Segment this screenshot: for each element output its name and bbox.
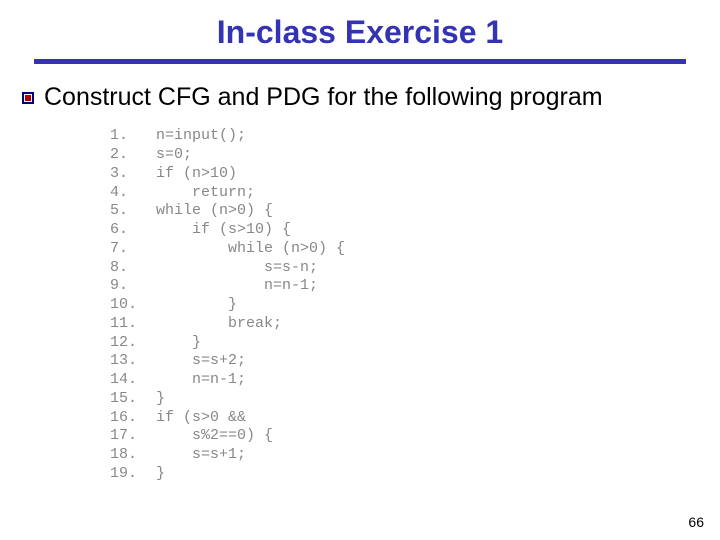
bullet-icon [22, 92, 34, 104]
line-number: 15. [110, 390, 156, 409]
code-line: 5.while (n>0) { [110, 202, 720, 221]
line-number: 18. [110, 446, 156, 465]
code-listing: 1.n=input();2.s=0;3.if (n>10)4. return;5… [0, 127, 720, 483]
code-line: 11. break; [110, 315, 720, 334]
code-line: 9. n=n-1; [110, 277, 720, 296]
line-number: 11. [110, 315, 156, 334]
code-text: s=s-n; [156, 259, 318, 278]
code-text: if (n>10) [156, 165, 237, 184]
code-line: 8. s=s-n; [110, 259, 720, 278]
code-text: } [156, 465, 165, 484]
code-line: 13. s=s+2; [110, 352, 720, 371]
code-line: 14. n=n-1; [110, 371, 720, 390]
line-number: 13. [110, 352, 156, 371]
line-number: 7. [110, 240, 156, 259]
line-number: 19. [110, 465, 156, 484]
code-text: s=s+2; [156, 352, 246, 371]
code-text: s%2==0) { [156, 427, 273, 446]
line-number: 4. [110, 184, 156, 203]
code-line: 4. return; [110, 184, 720, 203]
slide: In-class Exercise 1 Construct CFG and PD… [0, 0, 720, 540]
line-number: 17. [110, 427, 156, 446]
code-text: n=input(); [156, 127, 246, 146]
slide-title: In-class Exercise 1 [0, 0, 720, 59]
code-text: if (s>10) { [156, 221, 291, 240]
code-line: 19.} [110, 465, 720, 484]
code-line: 12. } [110, 334, 720, 353]
code-text: while (n>0) { [156, 202, 273, 221]
code-text: } [156, 390, 165, 409]
code-line: 18. s=s+1; [110, 446, 720, 465]
line-number: 1. [110, 127, 156, 146]
code-line: 10. } [110, 296, 720, 315]
code-line: 15.} [110, 390, 720, 409]
title-underline [34, 59, 686, 64]
prompt-text: Construct CFG and PDG for the following … [44, 82, 603, 113]
code-line: 16.if (s>0 && [110, 409, 720, 428]
line-number: 8. [110, 259, 156, 278]
line-number: 3. [110, 165, 156, 184]
code-line: 17. s%2==0) { [110, 427, 720, 446]
code-text: break; [156, 315, 282, 334]
prompt-row: Construct CFG and PDG for the following … [0, 82, 720, 113]
code-text: n=n-1; [156, 277, 318, 296]
code-text: while (n>0) { [156, 240, 345, 259]
code-text: return; [156, 184, 255, 203]
page-number: 66 [688, 514, 704, 530]
code-text: if (s>0 && [156, 409, 246, 428]
line-number: 14. [110, 371, 156, 390]
code-text: } [156, 296, 237, 315]
line-number: 12. [110, 334, 156, 353]
code-text: } [156, 334, 201, 353]
line-number: 9. [110, 277, 156, 296]
code-line: 2.s=0; [110, 146, 720, 165]
code-text: s=0; [156, 146, 192, 165]
line-number: 2. [110, 146, 156, 165]
line-number: 6. [110, 221, 156, 240]
code-text: n=n-1; [156, 371, 246, 390]
line-number: 5. [110, 202, 156, 221]
code-line: 7. while (n>0) { [110, 240, 720, 259]
code-line: 3.if (n>10) [110, 165, 720, 184]
code-text: s=s+1; [156, 446, 246, 465]
line-number: 16. [110, 409, 156, 428]
code-line: 1.n=input(); [110, 127, 720, 146]
code-line: 6. if (s>10) { [110, 221, 720, 240]
line-number: 10. [110, 296, 156, 315]
